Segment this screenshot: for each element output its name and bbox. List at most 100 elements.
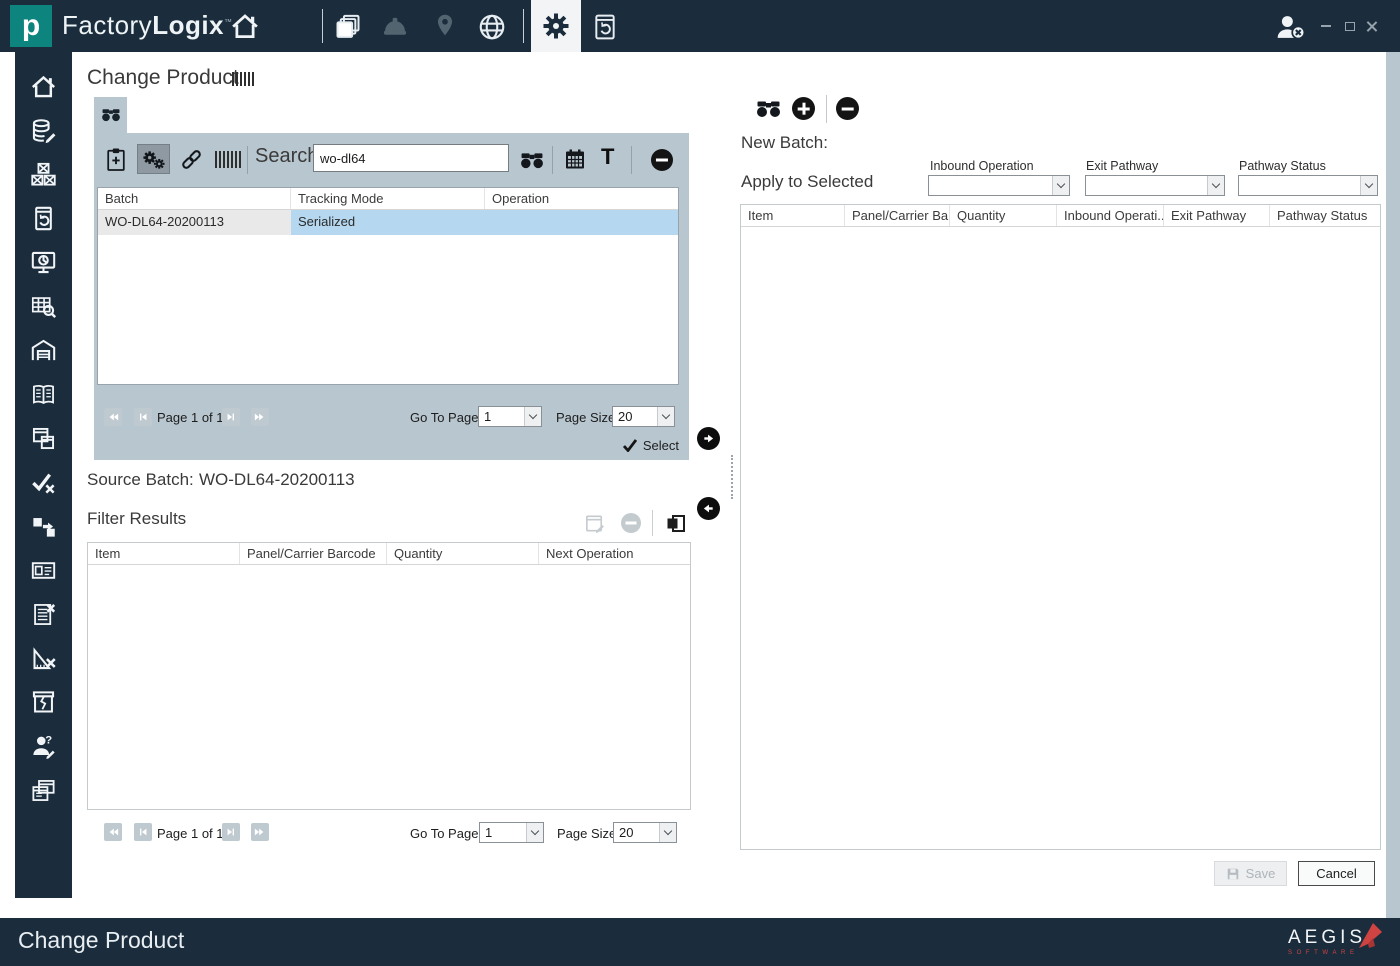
user-logout-icon[interactable] (1274, 12, 1308, 42)
titlebar: p FactoryLogix™ (0, 0, 1400, 52)
sidebar-item-documentation[interactable] (15, 372, 72, 416)
device-sync-icon[interactable] (592, 12, 618, 42)
pager-prev-button[interactable] (134, 823, 152, 841)
link-icon[interactable] (179, 147, 204, 172)
save-icon (1226, 867, 1240, 881)
gear-icon (541, 11, 571, 41)
pages-icon[interactable] (334, 13, 362, 41)
pager-first-button[interactable] (104, 408, 122, 426)
arrow-right-icon (704, 434, 714, 443)
toolbar-divider (552, 146, 553, 174)
panel-splitter[interactable] (731, 455, 735, 499)
apply-to-selected-label: Apply to Selected (741, 172, 874, 191)
page-size-label: Page Size (557, 826, 617, 841)
sidebar-item-transfer[interactable] (15, 504, 72, 548)
pager-last-button[interactable] (251, 823, 269, 841)
svg-text:?: ? (45, 734, 52, 746)
maximize-button[interactable] (1342, 19, 1358, 33)
sidebar-item-device-restore[interactable] (15, 196, 72, 240)
goto-page-select[interactable]: 1 (478, 406, 542, 427)
chevron-down-icon (526, 823, 543, 842)
pager-prev-button[interactable] (134, 408, 152, 426)
location-pin-icon[interactable] (432, 11, 458, 39)
tab-batch-search[interactable] (94, 97, 127, 133)
search-input[interactable] (313, 144, 509, 172)
column-header-pathway-status[interactable]: Pathway Status (1270, 205, 1380, 226)
overlay-squares-icon[interactable] (664, 511, 688, 536)
add-icon[interactable] (792, 97, 815, 120)
inbound-operation-label: Inbound Operation (930, 159, 1034, 173)
goto-page-select[interactable]: 1 (479, 822, 544, 843)
inbound-operation-select[interactable] (928, 175, 1070, 196)
crates-icon (30, 161, 57, 188)
batch-table: Batch Tracking Mode Operation WO-DL64-20… (97, 187, 679, 385)
column-header-operation[interactable]: Operation (485, 188, 678, 209)
text-tool-icon[interactable]: T (601, 144, 614, 170)
sidebar-item-browser-windows[interactable] (15, 768, 72, 812)
column-header-item[interactable]: Item (741, 205, 845, 226)
move-left-button[interactable] (697, 497, 720, 520)
close-button[interactable] (1364, 19, 1380, 33)
column-header-panel-carrier-barcode[interactable]: Panel/Carrier Bar... (845, 205, 950, 226)
home-icon[interactable] (230, 11, 260, 41)
check-x-icon (30, 469, 57, 496)
pager-next-button[interactable] (222, 408, 240, 426)
monitor-chart-icon (30, 249, 57, 276)
filter-results-header: Item Panel/Carrier Barcode Quantity Next… (88, 543, 690, 565)
column-header-quantity[interactable]: Quantity (387, 543, 539, 564)
sidebar-item-data-edit[interactable] (15, 108, 72, 152)
globe-icon[interactable] (477, 12, 507, 42)
calendar-icon[interactable] (563, 147, 587, 171)
pager-first-button[interactable] (104, 823, 122, 841)
minimize-button[interactable] (1318, 19, 1334, 33)
sidebar-item-home[interactable] (15, 64, 72, 108)
page-size-select[interactable]: 20 (612, 406, 675, 427)
select-button[interactable]: Select (0, 438, 679, 457)
cell-batch: WO-DL64-20200113 (98, 210, 291, 235)
column-header-exit-pathway[interactable]: Exit Pathway (1164, 205, 1270, 226)
sidebar-item-table-search[interactable] (15, 284, 72, 328)
close-icon (1366, 20, 1378, 32)
new-batch-table-header: Item Panel/Carrier Bar... Quantity Inbou… (741, 205, 1380, 227)
cancel-button[interactable]: Cancel (1298, 861, 1375, 886)
column-header-next-operation[interactable]: Next Operation (539, 543, 690, 564)
column-header-panel-carrier-barcode[interactable]: Panel/Carrier Barcode (240, 543, 387, 564)
page-size-select[interactable]: 20 (613, 822, 677, 843)
pathway-status-select[interactable] (1238, 175, 1378, 196)
sidebar-item-id-card[interactable] (15, 548, 72, 592)
pager-last-button[interactable] (251, 408, 269, 426)
column-header-batch[interactable]: Batch (98, 188, 291, 209)
hardhat-icon[interactable] (381, 13, 409, 41)
pager-next-button[interactable] (222, 823, 240, 841)
column-header-quantity[interactable]: Quantity (950, 205, 1057, 226)
aegis-flag-icon (1355, 920, 1385, 950)
minimize-icon (1321, 25, 1331, 27)
binoculars-icon[interactable] (519, 151, 545, 170)
remove-icon[interactable] (836, 97, 859, 120)
binoculars-icon[interactable] (755, 99, 782, 119)
sidebar-item-materials[interactable] (15, 152, 72, 196)
gears-button-active[interactable] (137, 144, 170, 174)
move-right-button[interactable] (697, 427, 720, 450)
note-edit-icon (583, 512, 607, 535)
settings-tab-active[interactable] (531, 0, 581, 52)
binoculars-icon (101, 107, 121, 123)
sidebar-item-warehouse[interactable] (15, 328, 72, 372)
sidebar-item-dashboard[interactable] (15, 240, 72, 284)
remove-icon[interactable] (651, 149, 673, 171)
sidebar-item-list-remove[interactable] (15, 592, 72, 636)
save-button[interactable]: Save (1214, 861, 1287, 886)
clipboard-add-icon[interactable] (105, 146, 127, 173)
exit-pathway-select[interactable] (1085, 175, 1225, 196)
home-icon (30, 73, 57, 100)
sidebar-item-user-question[interactable]: ? (15, 724, 72, 768)
table-row[interactable]: WO-DL64-20200113 Serialized (98, 210, 678, 235)
column-header-item[interactable]: Item (88, 543, 240, 564)
statusbar: Change Product (0, 918, 1400, 966)
barcode-icon[interactable] (215, 151, 242, 168)
sidebar-item-damaged-box[interactable] (15, 680, 72, 724)
sidebar-item-verify-cancel[interactable] (15, 460, 72, 504)
sidebar-item-ruler-remove[interactable] (15, 636, 72, 680)
column-header-tracking-mode[interactable]: Tracking Mode (291, 188, 485, 209)
column-header-inbound-operation[interactable]: Inbound Operati... (1057, 205, 1164, 226)
